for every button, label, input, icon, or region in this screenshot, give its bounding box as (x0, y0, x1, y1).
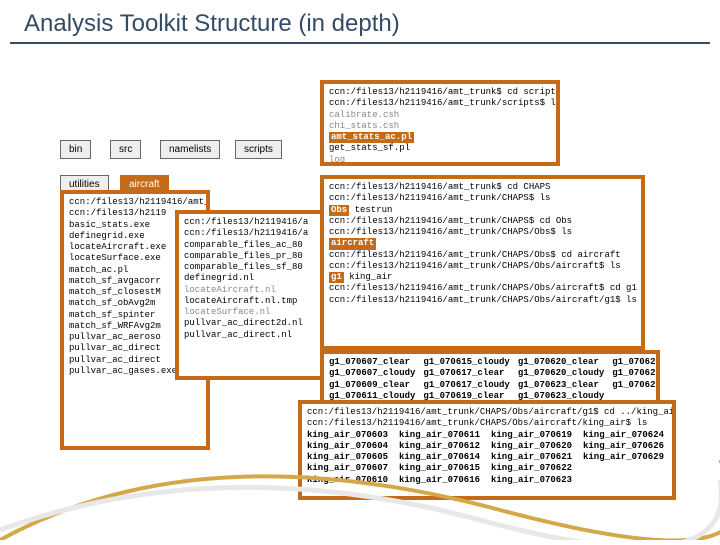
term-line: get_stats_sf.pl (329, 143, 551, 154)
highlight: Obs (329, 205, 349, 216)
term-line: locateAircraft.nl.tmp (184, 296, 336, 307)
list-item: g1_070624_cloudy (612, 357, 660, 368)
term-line: pullvar_ac_direct2d.nl (184, 318, 336, 329)
terminal-king-air: ccn:/files13/h2119416/amt_trunk/CHAPS/Ob… (298, 400, 676, 500)
term-line: calibrate.csh (329, 110, 551, 121)
term-text: testrun (349, 205, 392, 215)
list-item: king_air_070612 (399, 441, 483, 452)
box-scripts: scripts (235, 140, 282, 159)
term-line: ccn:/files13/h2119416/amt_trunk/CHAPS/Ob… (329, 295, 636, 306)
list-item: king_air_070603 (307, 430, 391, 441)
term-line: ccn:/files13/h2119416/amt_trunk$ cd scri… (329, 87, 551, 98)
list-item: king_air_070605 (307, 452, 391, 463)
list-item: g1_070607_clear (329, 357, 415, 368)
term-line: locateAircraft.nl (184, 285, 336, 296)
list-item: king_air_070620 (491, 441, 575, 452)
list-item: g1_070615_cloudy (423, 357, 509, 368)
list-item: king_air_070619 (491, 430, 575, 441)
list-item: king_air_070629 (583, 452, 667, 463)
terminal-chaps: ccn:/files13/h2119416/amt_trunk$ cd CHAP… (320, 175, 645, 350)
page-title: Analysis Toolkit Structure (in depth) (10, 0, 710, 44)
term-line: definegrid.nl (184, 273, 336, 284)
box-namelists: namelists (160, 140, 220, 159)
list-item: king_air_070616 (399, 475, 483, 486)
list-item: g1_070625_clear (612, 368, 660, 379)
term-line: log (329, 155, 551, 166)
term-line: ccn:/files13/h2119416/amt_trunk/scripts$… (329, 98, 551, 109)
box-bin: bin (60, 140, 91, 159)
list-item: king_air_070623 (491, 475, 575, 486)
list-item: g1_070607_cloudy (329, 368, 415, 379)
list-item: king_air_070626 (583, 441, 667, 452)
term-line: comparable_files_sf_80 (184, 262, 336, 273)
term-line: comparable_files_ac_80 (184, 240, 336, 251)
list-item: g1_070617_cloudy (423, 380, 509, 391)
highlight: aircraft (329, 238, 376, 249)
term-line: ccn:/files13/h2119416/a (184, 217, 336, 228)
term-text: king_air (344, 272, 393, 282)
list-item: king_air_070624 (583, 430, 667, 441)
list-item: g1_070620_cloudy (518, 368, 604, 379)
list-item: g1_070625_cloudy (612, 380, 660, 391)
list-item: g1_070609_clear (329, 380, 415, 391)
term-line: ccn:/files13/h2119416/amt_trunk/CHAPS$ c… (329, 216, 636, 227)
list-item: king_air_070614 (399, 452, 483, 463)
list-item (583, 475, 667, 486)
list-item: king_air_070607 (307, 463, 391, 474)
list-item: g1_070620_clear (518, 357, 604, 368)
list-item (583, 463, 667, 474)
list-item: king_air_070615 (399, 463, 483, 474)
term-line: ccn:/files13/h2119416/amt_trunk/CHAPS/Ob… (329, 227, 636, 238)
term-line: ccn:/files13/h2119416/amt_tru (69, 197, 201, 208)
list-item: king_air_070611 (399, 430, 483, 441)
term-line: ccn:/files13/h2119416/amt_trunk/CHAPS/Ob… (329, 261, 636, 272)
highlight: g1 (329, 272, 344, 283)
term-line: ccn:/files13/h2119416/amt_trunk/CHAPS/Ob… (307, 407, 667, 418)
term-line: ccn:/files13/h2119416/amt_trunk/CHAPS/Ob… (307, 418, 667, 429)
highlight: amt_stats_ac.pl (329, 132, 414, 143)
term-line: ccn:/files13/h2119416/amt_trunk/CHAPS/Ob… (329, 283, 636, 294)
terminal-scripts: ccn:/files13/h2119416/amt_trunk$ cd scri… (320, 80, 560, 166)
term-line: comparable_files_pr_80 (184, 251, 336, 262)
list-item: king_air_070604 (307, 441, 391, 452)
list-item: king_air_070610 (307, 475, 391, 486)
term-line: ccn:/files13/h2119416/amt_trunk$ cd CHAP… (329, 182, 636, 193)
term-line: chi_stats.csh (329, 121, 551, 132)
term-line: ccn:/files13/h2119416/a (184, 228, 336, 239)
box-src: src (110, 140, 141, 159)
list-item: king_air_070622 (491, 463, 575, 474)
term-line: pullvar_ac_direct.nl (184, 330, 336, 341)
term-line: ccn:/files13/h2119416/amt_trunk/CHAPS/Ob… (329, 250, 636, 261)
list-item: g1_070617_clear (423, 368, 509, 379)
list-item: king_air_070621 (491, 452, 575, 463)
term-line: locateSurface.nl (184, 307, 336, 318)
term-line: ccn:/files13/h2119416/amt_trunk/CHAPS$ l… (329, 193, 636, 204)
list-item: g1_070623_clear (518, 380, 604, 391)
